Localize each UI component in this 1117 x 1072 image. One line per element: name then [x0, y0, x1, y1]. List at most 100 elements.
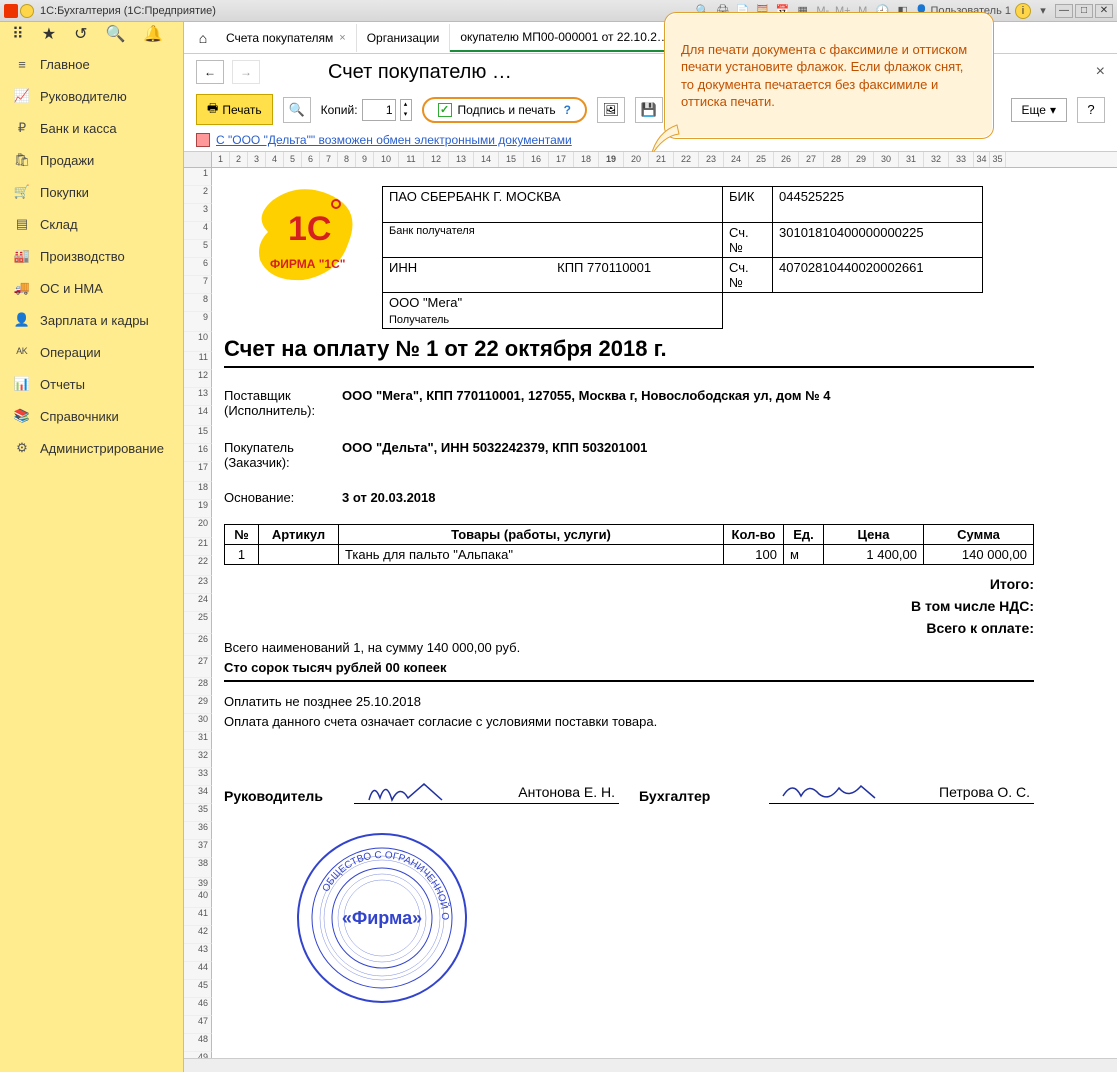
row-header[interactable]: 6 [184, 258, 212, 276]
nav-item-11[interactable]: 📚Справочники [0, 400, 183, 432]
minimize-button[interactable]: — [1055, 4, 1073, 18]
col-header[interactable]: 24 [724, 152, 749, 167]
tab-2[interactable]: окупателю МП00-000001 от 22.10.2…× [450, 24, 692, 52]
row-header[interactable]: 11 [184, 352, 212, 370]
row-header[interactable]: 48 [184, 1034, 212, 1052]
print-button[interactable]: 🖶 Печать [196, 94, 273, 125]
col-header[interactable]: 27 [799, 152, 824, 167]
row-header[interactable]: 25 [184, 612, 212, 634]
col-header[interactable]: 18 [574, 152, 599, 167]
row-header[interactable]: 10 [184, 332, 212, 352]
row-header[interactable]: 44 [184, 962, 212, 980]
nav-item-6[interactable]: 🏭Производство [0, 240, 183, 272]
col-header[interactable]: 28 [824, 152, 849, 167]
col-header[interactable]: 34 [974, 152, 990, 167]
row-header[interactable]: 28 [184, 678, 212, 696]
tab-0[interactable]: Счета покупателям× [216, 24, 357, 52]
row-header[interactable]: 35 [184, 804, 212, 822]
col-header[interactable]: 4 [266, 152, 284, 167]
copies-stepper[interactable]: ▴▾ [400, 99, 412, 121]
col-header[interactable]: 2 [230, 152, 248, 167]
row-header[interactable]: 15 [184, 426, 212, 444]
copies-input[interactable] [362, 99, 396, 121]
row-header[interactable]: 34 [184, 786, 212, 804]
row-header[interactable]: 46 [184, 998, 212, 1016]
col-header[interactable]: 8 [338, 152, 356, 167]
col-header[interactable]: 14 [474, 152, 499, 167]
row-header[interactable]: 5 [184, 240, 212, 258]
row-header[interactable]: 16 [184, 444, 212, 462]
nav-item-7[interactable]: 🚚ОС и НМА [0, 272, 183, 304]
col-header[interactable]: 1 [212, 152, 230, 167]
col-header[interactable]: 19 [599, 152, 624, 167]
star-icon[interactable]: ★ [42, 24, 56, 44]
row-header[interactable]: 2 [184, 186, 212, 204]
col-header[interactable]: 26 [774, 152, 799, 167]
nav-item-2[interactable]: ₽Банк и касса [0, 112, 183, 144]
col-header[interactable]: 16 [524, 152, 549, 167]
col-header[interactable]: 31 [899, 152, 924, 167]
row-header[interactable]: 9 [184, 312, 212, 332]
search-icon[interactable]: 🔍 [105, 24, 125, 44]
row-header[interactable]: 26 [184, 634, 212, 656]
nav-item-4[interactable]: 🛒Покупки [0, 176, 183, 208]
help-icon[interactable]: ? [564, 103, 571, 117]
nav-item-1[interactable]: 📈Руководителю [0, 80, 183, 112]
col-header[interactable]: 33 [949, 152, 974, 167]
col-header[interactable]: 3 [248, 152, 266, 167]
row-header[interactable]: 14 [184, 406, 212, 426]
row-header[interactable]: 24 [184, 594, 212, 612]
edoc-link[interactable]: С "ООО "Дельта"" возможен обмен электрон… [216, 133, 572, 147]
row-header[interactable]: 18 [184, 482, 212, 500]
help-button[interactable]: ? [1077, 97, 1105, 123]
row-header[interactable]: 45 [184, 980, 212, 998]
row-header[interactable]: 31 [184, 732, 212, 750]
row-header[interactable]: 4 [184, 222, 212, 240]
col-header[interactable]: 23 [699, 152, 724, 167]
tab-1[interactable]: Организации [357, 24, 451, 52]
row-header[interactable]: 38 [184, 858, 212, 878]
row-header[interactable]: 47 [184, 1016, 212, 1034]
col-header[interactable]: 15 [499, 152, 524, 167]
row-header[interactable]: 49 [184, 1052, 212, 1058]
row-header[interactable]: 36 [184, 822, 212, 840]
row-header[interactable]: 27 [184, 656, 212, 678]
tab-close-icon[interactable]: × [339, 32, 345, 44]
row-header[interactable]: 43 [184, 944, 212, 962]
col-header[interactable]: 6 [302, 152, 320, 167]
more-button[interactable]: Еще ▾ [1011, 98, 1067, 122]
row-header[interactable]: 29 [184, 696, 212, 714]
row-header[interactable]: 42 [184, 926, 212, 944]
scrollbar-horizontal[interactable] [184, 1058, 1117, 1072]
col-header[interactable]: 20 [624, 152, 649, 167]
apps-icon[interactable]: ⠿ [12, 24, 24, 44]
col-header[interactable]: 13 [449, 152, 474, 167]
col-header[interactable]: 29 [849, 152, 874, 167]
col-header[interactable]: 7 [320, 152, 338, 167]
spreadsheet[interactable]: 1234567891011121314151617181920212223242… [184, 151, 1117, 1058]
row-header[interactable]: 33 [184, 768, 212, 786]
row-header[interactable]: 32 [184, 750, 212, 768]
col-header[interactable]: 25 [749, 152, 774, 167]
col-header[interactable]: 17 [549, 152, 574, 167]
history-icon[interactable]: ↺ [74, 24, 87, 44]
nav-back-button[interactable]: ← [196, 60, 224, 84]
row-header[interactable]: 22 [184, 556, 212, 576]
row-header[interactable]: 7 [184, 276, 212, 294]
bell-icon[interactable]: 🔔 [143, 24, 163, 44]
col-header[interactable]: 11 [399, 152, 424, 167]
nav-item-10[interactable]: 📊Отчеты [0, 368, 183, 400]
nav-item-5[interactable]: ▤Склад [0, 208, 183, 240]
col-header[interactable]: 5 [284, 152, 302, 167]
preview-button[interactable]: 🔍 [283, 97, 311, 123]
row-header[interactable]: 41 [184, 908, 212, 926]
row-header[interactable]: 13 [184, 388, 212, 406]
col-header[interactable]: 35 [990, 152, 1006, 167]
nav-item-12[interactable]: ⚙Администрирование [0, 432, 183, 464]
home-icon[interactable]: ⌂ [190, 25, 216, 51]
row-header[interactable]: 30 [184, 714, 212, 732]
row-header[interactable]: 39 [184, 878, 212, 890]
col-header[interactable]: 30 [874, 152, 899, 167]
nav-item-0[interactable]: ≡Главное [0, 48, 183, 80]
nav-item-3[interactable]: 🛍Продажи [0, 144, 183, 176]
